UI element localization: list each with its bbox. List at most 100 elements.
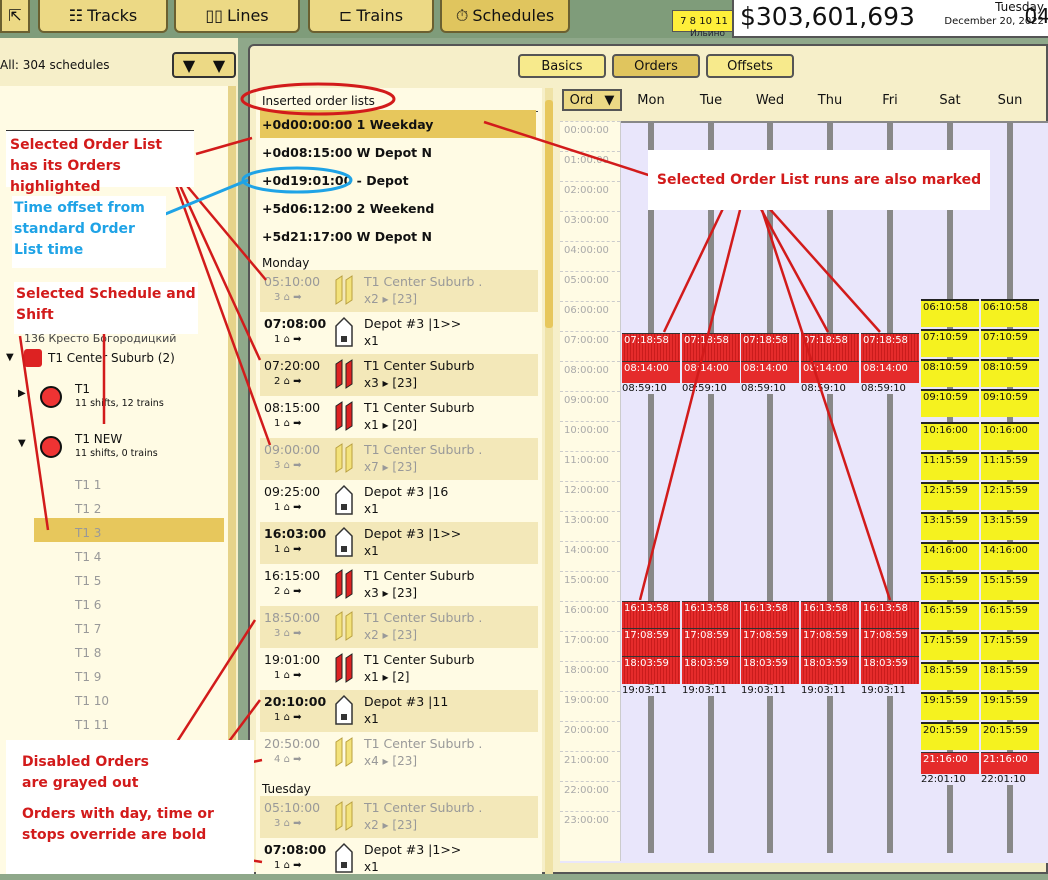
run-block[interactable]: 07:18:58	[741, 333, 799, 362]
monday-header: Monday	[262, 256, 538, 274]
tab-tracks[interactable]: ☷ Tracks	[38, 0, 168, 33]
order-row[interactable]: 09:25:00 1 ⌂ ➡ Depot #3 |16 x1	[260, 480, 538, 522]
order-row[interactable]: 16:15:00 2 ⌂ ➡ T1 Center Suburb x3 ▸ [23]	[260, 564, 538, 606]
run-block[interactable]: 06:10:58	[981, 299, 1039, 328]
tab-offsets[interactable]: Offsets	[706, 54, 794, 78]
order-row[interactable]: 18:50:00 3 ⌂ ➡ T1 Center Suburb . x2 ▸ [23]	[260, 606, 538, 648]
run-block[interactable]: 11:15:59	[981, 451, 1039, 480]
run-block[interactable]: 18:03:59	[622, 655, 680, 684]
run-block[interactable]: 18:03:59	[682, 655, 740, 684]
run-block[interactable]: 15:15:59	[981, 571, 1039, 600]
run-block[interactable]: 09:10:59	[921, 389, 979, 418]
run-block[interactable]: 19:15:59	[921, 691, 979, 720]
tab-basics[interactable]: Basics	[518, 54, 606, 78]
tab-schedules[interactable]: ⏱ Schedules	[440, 0, 570, 33]
tree-shift-row[interactable]: T1 7	[75, 622, 101, 636]
tab-trains[interactable]: ⊏ Trains	[308, 0, 434, 33]
run-block[interactable]: 18:03:59	[741, 655, 799, 684]
run-block[interactable]: 10:16:00	[981, 422, 1039, 450]
run-block[interactable]: 15:15:59	[921, 571, 979, 600]
order-row[interactable]: 05:10:00 3 ⌂ ➡ T1 Center Suburb . x2 ▸ [23]	[260, 270, 538, 312]
orders-scroll-thumb[interactable]	[545, 100, 553, 328]
tree-shift-row[interactable]: T1 6	[75, 598, 101, 612]
filter-button[interactable]: ▼ ▼	[172, 52, 236, 78]
run-block[interactable]: 20:15:59	[981, 721, 1039, 750]
order-row[interactable]: 05:10:00 3 ⌂ ➡ T1 Center Suburb . x2 ▸ [23]	[260, 796, 538, 838]
expand-icon[interactable]: ▼	[6, 352, 14, 363]
run-block[interactable]: 17:08:59	[622, 628, 680, 657]
tree-shift-row[interactable]: T1 10	[75, 694, 109, 708]
run-block[interactable]: 14:16:00	[921, 542, 979, 570]
expand-icon[interactable]: ▶	[18, 388, 26, 399]
run-block[interactable]: 10:16:00	[921, 422, 979, 450]
tree-shift-row[interactable]: T1 9	[75, 670, 101, 684]
run-block[interactable]: 17:15:59	[921, 631, 979, 660]
tree-schedule-t1-new[interactable]: ▼ T1 NEW 11 shifts, 0 trains	[0, 432, 226, 466]
tab-orders[interactable]: Orders	[612, 54, 700, 78]
run-block[interactable]: 06:10:58	[921, 299, 979, 328]
inserted-order-list-row[interactable]: +0d08:15:00 W Depot N	[260, 138, 536, 166]
run-block[interactable]: 16:15:59	[981, 601, 1039, 630]
hour-label: 04:00:00	[564, 245, 609, 256]
tree-shift-row[interactable]: T1 2	[75, 502, 101, 516]
tree-shift-row[interactable]: T1 4	[75, 550, 101, 564]
run-block[interactable]: 09:10:59	[981, 389, 1039, 418]
run-block[interactable]: 12:15:59	[981, 481, 1039, 510]
inserted-order-list-row[interactable]: +0d00:00:00 1 Weekday	[260, 110, 536, 138]
run-block[interactable]: 19:15:59	[981, 691, 1039, 720]
order-row[interactable]: 09:00:00 3 ⌂ ➡ T1 Center Suburb . x7 ▸ [23]	[260, 438, 538, 480]
run-block[interactable]: 07:10:59	[981, 329, 1039, 358]
run-block[interactable]: 07:18:58	[682, 333, 740, 362]
run-block[interactable]: 17:08:59	[741, 628, 799, 657]
run-block[interactable]: 17:08:59	[801, 628, 859, 657]
inserted-order-list-row[interactable]: +5d21:17:00 W Depot N	[260, 222, 536, 250]
order-row[interactable]: 07:08:00 1 ⌂ ➡ Depot #3 |1>> x1	[260, 312, 538, 354]
run-block[interactable]: 16:15:59	[921, 601, 979, 630]
hour-gridline	[560, 361, 620, 362]
run-block[interactable]: 18:15:59	[981, 661, 1039, 690]
run-block[interactable]: 17:08:59	[861, 628, 919, 657]
run-block[interactable]: 17:08:59	[682, 628, 740, 657]
cursor-tool-button[interactable]: ⇱	[0, 0, 30, 33]
run-block[interactable]: 17:15:59	[981, 631, 1039, 660]
run-block[interactable]: 16:13:58	[682, 600, 740, 629]
run-block[interactable]: 08:10:59	[921, 359, 979, 388]
run-block[interactable]: 18:15:59	[921, 661, 979, 690]
run-block[interactable]: 07:18:58	[861, 333, 919, 362]
hour-gridline	[560, 811, 620, 812]
inserted-order-list-row[interactable]: +5d06:12:00 2 Weekend	[260, 194, 536, 222]
run-block[interactable]: 08:10:59	[981, 359, 1039, 388]
tree-shift-row[interactable]: T1 11	[75, 718, 109, 732]
tree-shift-row[interactable]: T1 3	[75, 526, 101, 540]
run-block[interactable]: 16:13:58	[861, 600, 919, 629]
tree-group-t1-center-suburb[interactable]: ▼ T1 Center Suburb (2)	[0, 348, 226, 372]
expand-icon[interactable]: ▼	[18, 438, 26, 449]
tree-shift-row[interactable]: T1 8	[75, 646, 101, 660]
tree-schedule-t1[interactable]: ▶ T1 11 shifts, 12 trains	[0, 382, 226, 416]
order-row[interactable]: 20:10:00 1 ⌂ ➡ Depot #3 |11 x1	[260, 690, 538, 732]
run-block[interactable]: 16:13:58	[741, 600, 799, 629]
run-block[interactable]: 07:18:58	[622, 333, 680, 362]
run-block[interactable]: 07:10:59	[921, 329, 979, 358]
sort-select[interactable]: Ord ▼	[562, 89, 622, 111]
order-row[interactable]: 16:03:00 1 ⌂ ➡ Depot #3 |1>> x1	[260, 522, 538, 564]
run-block[interactable]: 18:03:59	[861, 655, 919, 684]
order-row[interactable]: 08:15:00 1 ⌂ ➡ T1 Center Suburb x1 ▸ [20]	[260, 396, 538, 438]
order-row[interactable]: 07:20:00 2 ⌂ ➡ T1 Center Suburb x3 ▸ [23]	[260, 354, 538, 396]
run-block[interactable]: 12:15:59	[921, 481, 979, 510]
run-block[interactable]: 18:03:59	[801, 655, 859, 684]
tree-shift-row[interactable]: T1 1	[75, 478, 101, 492]
run-block[interactable]: 13:15:59	[921, 511, 979, 540]
run-block[interactable]: 20:15:59	[921, 721, 979, 750]
order-row[interactable]: 19:01:00 1 ⌂ ➡ T1 Center Suburb x1 ▸ [2]	[260, 648, 538, 690]
tab-lines[interactable]: ▯▯ Lines	[174, 0, 300, 33]
order-row[interactable]: 20:50:00 4 ⌂ ➡ T1 Center Suburb . x4 ▸ [23]	[260, 732, 538, 774]
run-block[interactable]: 16:13:58	[801, 600, 859, 629]
inserted-order-list-row[interactable]: +0d19:01:00 - Depot	[260, 166, 536, 194]
run-block[interactable]: 07:18:58	[801, 333, 859, 362]
run-block[interactable]: 11:15:59	[921, 451, 979, 480]
run-block[interactable]: 14:16:00	[981, 542, 1039, 570]
run-block[interactable]: 13:15:59	[981, 511, 1039, 540]
tree-shift-row[interactable]: T1 5	[75, 574, 101, 588]
run-block[interactable]: 16:13:58	[622, 600, 680, 629]
